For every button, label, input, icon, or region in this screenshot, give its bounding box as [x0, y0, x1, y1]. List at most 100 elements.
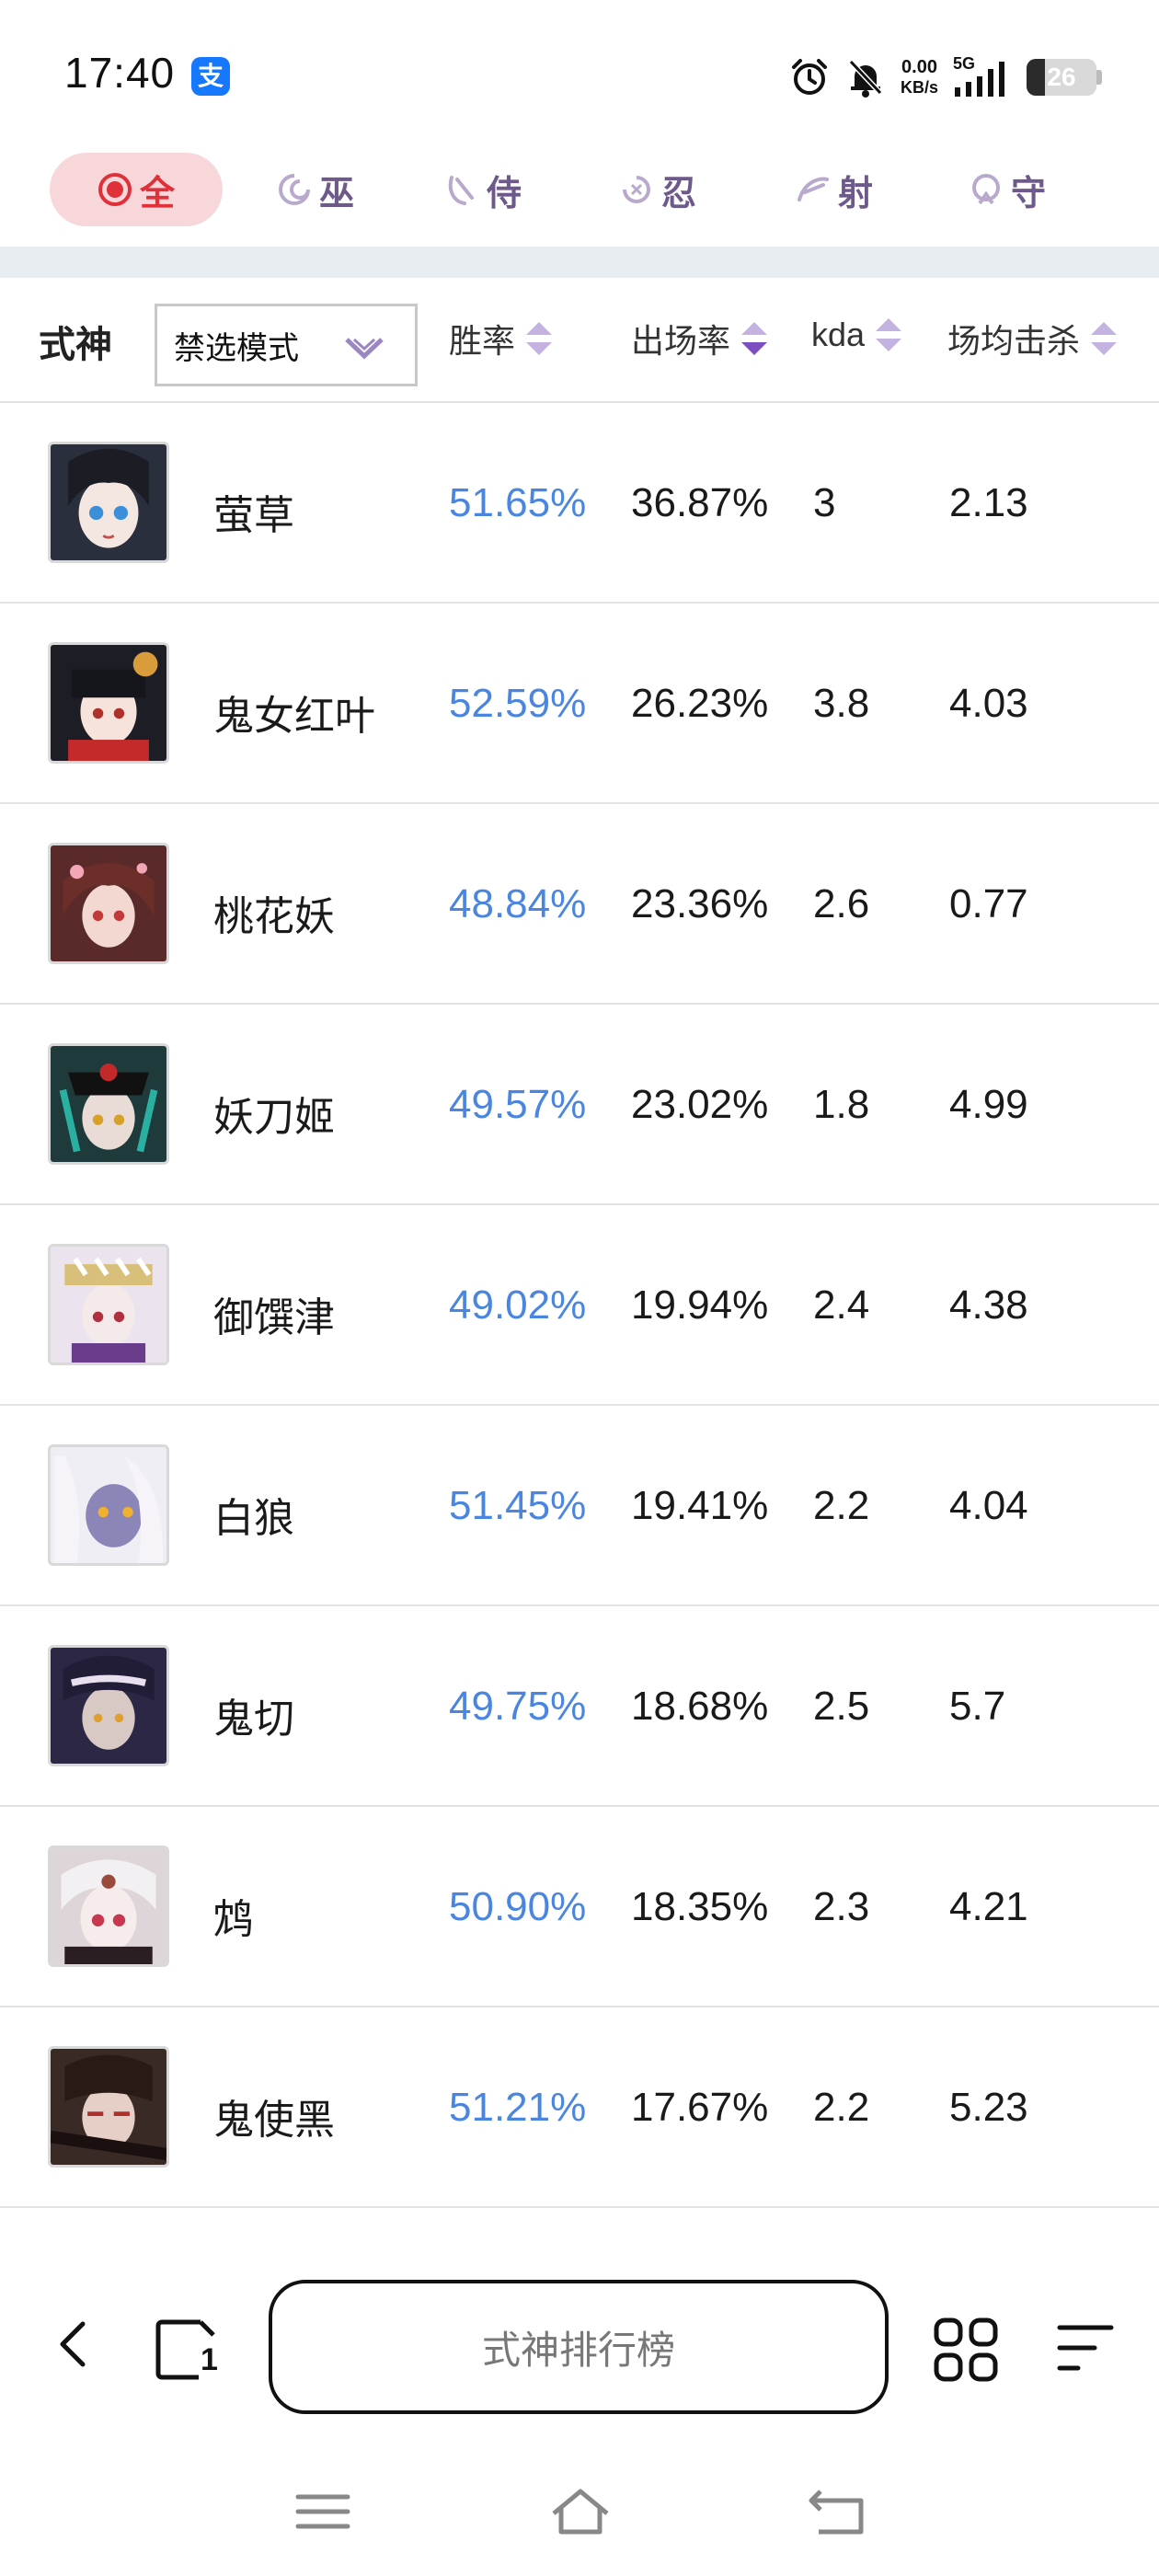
table-row[interactable]: 白狼 51.45% 19.41% 2.2 4.04	[0, 1406, 1159, 1606]
table-header: 式神 禁选模式 胜率 出场率 kda 场均击杀	[0, 278, 1159, 403]
shikigami-avatar[interactable]	[48, 1244, 169, 1365]
shikigami-name: 妖刀姬	[213, 1095, 335, 1140]
kda-value: 1.8	[813, 1082, 870, 1127]
battery-level: 26	[1047, 63, 1076, 91]
sort-desc-icon	[741, 322, 768, 355]
mute-bell-icon	[848, 59, 883, 98]
table-row[interactable]: 鬼使黑 51.21% 17.67% 2.2 5.23	[0, 2007, 1159, 2208]
ninja-role-icon	[622, 176, 650, 203]
battery-icon: 26	[1027, 59, 1096, 96]
tab-all[interactable]: 全	[50, 153, 223, 226]
avatar-image	[51, 845, 166, 961]
chevron-down-icon	[345, 338, 384, 360]
table-row[interactable]: 御馔津 49.02% 19.94% 2.4 4.38	[0, 1205, 1159, 1406]
shikigami-avatar[interactable]	[48, 442, 169, 563]
recent-apps-icon[interactable]	[291, 2486, 355, 2537]
cellular-signal: 5G	[953, 54, 1012, 100]
shikigami-name: 鸩	[213, 1897, 254, 1942]
status-icons: 0.00 KB/s 5G 26	[788, 52, 1102, 103]
system-navigation-bar	[0, 2447, 1159, 2576]
kda-value: 2.5	[813, 1684, 870, 1729]
avg-kills-value: 5.7	[949, 1684, 1006, 1729]
shikigami-name: 鬼切	[213, 1696, 294, 1742]
column-kda-label: kda	[811, 316, 866, 353]
avatar-image	[51, 2049, 166, 2165]
pickrate-value: 18.68%	[631, 1684, 769, 1729]
warrior-role-icon	[448, 176, 474, 205]
column-kda[interactable]: kda	[811, 315, 907, 355]
alarm-icon	[791, 59, 827, 95]
pickrate-value: 19.41%	[631, 1483, 769, 1528]
mode-select-value: 禁选模式	[174, 330, 299, 366]
signal-bars-icon	[955, 62, 1004, 97]
tabs-button[interactable]: 1	[155, 2317, 224, 2383]
winrate-value: 52.59%	[449, 681, 587, 726]
shikigami-avatar[interactable]	[48, 1645, 169, 1766]
back-nav-icon[interactable]	[806, 2486, 870, 2537]
sort-icon	[876, 318, 902, 351]
address-search-bar[interactable]: 式神排行榜	[269, 2280, 889, 2414]
kda-value: 2.2	[813, 2085, 870, 2130]
shikigami-avatar[interactable]	[48, 1444, 169, 1566]
column-pickrate[interactable]: 出场率	[631, 315, 773, 362]
section-divider	[0, 247, 1159, 278]
kda-value: 2.4	[813, 1282, 870, 1328]
table-row[interactable]: 鸩 50.90% 18.35% 2.3 4.21	[0, 1807, 1159, 2007]
winrate-value: 48.84%	[449, 881, 587, 926]
table-row[interactable]: 桃花妖 48.84% 23.36% 2.6 0.77	[0, 804, 1159, 1005]
avg-kills-value: 4.03	[949, 681, 1028, 726]
avatar-image	[51, 1046, 166, 1162]
winrate-value: 51.45%	[449, 1483, 587, 1528]
avatar-image	[51, 1848, 166, 1964]
shikigami-avatar[interactable]	[48, 2046, 169, 2168]
column-avg-kills[interactable]: 场均击杀	[947, 315, 1122, 362]
tab-guardian[interactable]: 守	[957, 153, 1058, 226]
winrate-value: 49.02%	[449, 1282, 587, 1328]
shikigami-name: 桃花妖	[213, 894, 335, 939]
column-shikigami: 式神	[39, 325, 112, 365]
column-winrate[interactable]: 胜率	[449, 315, 557, 362]
kda-value: 3	[813, 480, 836, 525]
avg-kills-value: 5.23	[949, 2085, 1028, 2130]
kda-value: 2.3	[813, 1884, 870, 1929]
avg-kills-value: 4.38	[949, 1282, 1028, 1328]
menu-lines-icon[interactable]	[1054, 2320, 1115, 2375]
table-row[interactable]: 萤草 51.65% 36.87% 3 2.13	[0, 403, 1159, 604]
table-row[interactable]: 鬼切 49.75% 18.68% 2.5 5.7	[0, 1606, 1159, 1807]
avatar-image	[51, 1447, 166, 1563]
winrate-value: 49.75%	[449, 1684, 587, 1729]
pickrate-value: 23.36%	[631, 881, 769, 926]
tab-mage-label: 巫	[318, 171, 354, 213]
tab-archer[interactable]: 射	[784, 153, 885, 226]
search-text: 式神排行榜	[481, 2328, 675, 2372]
avatar-image	[51, 444, 166, 560]
role-filter-tabs: 全 巫 侍 忍 射 守	[0, 147, 1159, 248]
battery-indicator: 26	[1027, 59, 1102, 96]
tab-warrior[interactable]: 侍	[432, 153, 534, 226]
shikigami-avatar[interactable]	[48, 843, 169, 964]
avatar-image	[51, 1247, 166, 1363]
avatar-image	[51, 645, 166, 761]
avg-kills-value: 0.77	[949, 881, 1028, 926]
back-arrow-icon[interactable]	[52, 2315, 92, 2374]
shikigami-name: 鬼使黑	[213, 2098, 335, 2143]
mode-select-dropdown[interactable]: 禁选模式	[155, 304, 418, 386]
kda-value: 2.2	[813, 1483, 870, 1528]
shikigami-name: 鬼女红叶	[213, 694, 375, 739]
home-icon[interactable]	[548, 2486, 613, 2537]
shikigami-name: 萤草	[213, 493, 294, 538]
grid-apps-icon[interactable]	[931, 2315, 1001, 2385]
pickrate-value: 23.02%	[631, 1082, 769, 1127]
table-row[interactable]: 鬼女红叶 52.59% 26.23% 3.8 4.03	[0, 604, 1159, 804]
kda-value: 3.8	[813, 681, 870, 726]
tab-mage[interactable]: 巫	[265, 153, 366, 226]
shikigami-avatar[interactable]	[48, 1043, 169, 1165]
tab-ninja[interactable]: 忍	[607, 153, 708, 226]
table-row[interactable]: 妖刀姬 49.57% 23.02% 1.8 4.99	[0, 1005, 1159, 1205]
shikigami-avatar[interactable]	[48, 1846, 169, 1967]
status-bar: 17:40 支 0.00 KB/s 5G 26	[0, 0, 1159, 147]
shikigami-avatar[interactable]	[48, 642, 169, 764]
pickrate-value: 19.94%	[631, 1282, 769, 1328]
pickrate-value: 36.87%	[631, 480, 769, 525]
avg-kills-value: 4.04	[949, 1483, 1028, 1528]
